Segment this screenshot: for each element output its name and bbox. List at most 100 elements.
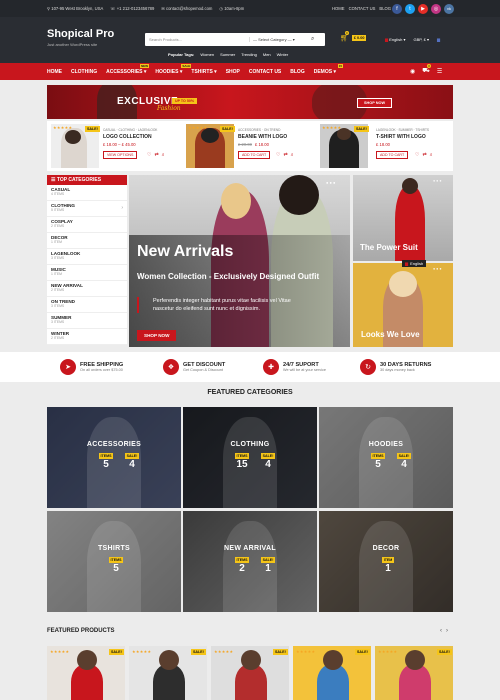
- featured-product-card[interactable]: ★★★★★ SALE!: [129, 646, 207, 700]
- flag-icon[interactable]: ▆: [437, 37, 440, 42]
- nav-demos[interactable]: DEMOS ▾ 15: [314, 63, 344, 75]
- nav-hoodies[interactable]: HOODIES ▾ SALE: [155, 63, 192, 75]
- items-count: 1: [385, 563, 391, 574]
- product-image: ★★★★★ SALE!: [51, 124, 100, 168]
- sidebar-item-decor[interactable]: DECOR 1 ITEM: [47, 233, 127, 249]
- top-link-contact[interactable]: CONTACT US: [349, 6, 376, 11]
- featured-product-card[interactable]: ★★★★★ SALE!: [375, 646, 453, 700]
- promo-banner[interactable]: EXCLUSIVE Fashion UP TO 50% SHOP NOW: [47, 85, 453, 119]
- quick-view-icon[interactable]: ⌕: [162, 152, 165, 158]
- instagram-icon[interactable]: ◎: [431, 3, 441, 14]
- product-card[interactable]: ★★★★★ SALE! CASUAL · CLOTHING · LAGENLOO…: [51, 124, 183, 168]
- promo-shop-button[interactable]: SHOP NOW: [357, 98, 393, 108]
- product-name[interactable]: T-SHIRT WITH LOGO: [376, 134, 426, 140]
- tag-trending[interactable]: Trending: [241, 52, 257, 57]
- product-category[interactable]: LAGENLOOK · SUMMER · TSHIRTS: [376, 128, 429, 132]
- nav-cart-icon[interactable]: ⛟ 0: [422, 64, 431, 75]
- view-options-button[interactable]: VIEW OPTIONS: [103, 151, 138, 159]
- promo-card-power-suit[interactable]: ● ● ● The Power Suit: [353, 175, 453, 261]
- user-icon[interactable]: ◉: [410, 68, 415, 75]
- vk-icon[interactable]: vk: [444, 3, 454, 14]
- product-card[interactable]: ★★★★★ SALE! ACCESSORIES · ON TREND BEANI…: [186, 124, 318, 168]
- category-card-clothing[interactable]: CLOTHING ITEMS 15 SALE! 4: [183, 407, 317, 508]
- featured-categories-title: FEATURED CATEGORIES: [207, 389, 293, 396]
- heart-icon[interactable]: ♡: [276, 152, 280, 158]
- nav-blog[interactable]: BLOG: [290, 69, 304, 75]
- sale-count: 4: [265, 459, 271, 470]
- nav-contact[interactable]: CONTACT US: [249, 69, 281, 75]
- header-cart[interactable]: 🛒︎ 0 £ 0.00: [340, 31, 367, 42]
- site-logo[interactable]: Shopical Pro: [47, 28, 114, 40]
- top-link-blog[interactable]: BLOG: [379, 6, 391, 11]
- product-name[interactable]: BEANIE WITH LOGO: [238, 134, 287, 140]
- product-price: £ 18.00: [254, 142, 269, 147]
- language-badge[interactable]: ▆ English: [402, 260, 427, 267]
- feature-free-shipping: ➤ FREE SHIPPING On all orders over $75.00: [60, 359, 123, 375]
- top-link-home[interactable]: HOME: [332, 6, 345, 11]
- sidebar-item-new-arrival[interactable]: NEW ARRIVAL 2 ITEMS: [47, 281, 127, 297]
- feature-returns: ↻ 30 DAYS RETURNS 30 days money back: [360, 359, 431, 375]
- featured-product-card[interactable]: ★★★★★ SALE!: [293, 646, 371, 700]
- category-select[interactable]: — Select Category — ▾: [249, 37, 311, 42]
- slider-dots[interactable]: ● ● ●: [326, 180, 335, 185]
- featured-product-card[interactable]: ★★★★★ SALE!: [47, 646, 125, 700]
- email-link[interactable]: ✉ contact@shopemod.com: [161, 6, 212, 11]
- tag-winter[interactable]: Winter: [277, 52, 289, 57]
- quick-view-icon[interactable]: ⌕: [430, 152, 433, 158]
- sidebar-item-casual[interactable]: CASUAL 4 ITEMS: [47, 185, 127, 201]
- heart-icon[interactable]: ♡: [147, 152, 151, 158]
- tag-men[interactable]: Men: [263, 52, 271, 57]
- tag-women[interactable]: Women: [200, 52, 214, 57]
- nav-clothing[interactable]: CLOTHING: [71, 69, 97, 75]
- address-text: ⚲ 107-95 West Brooklyn, USA: [47, 6, 104, 11]
- prev-arrow-icon[interactable]: ‹: [440, 628, 442, 634]
- category-card-hoodies[interactable]: HOODIES ITEMS 5 SALE! 4: [319, 407, 453, 508]
- compare-icon[interactable]: ⇄: [283, 152, 287, 158]
- language-select[interactable]: ▆ English ▾: [385, 37, 405, 42]
- product-card[interactable]: ★★★★★ SALE! LAGENLOOK · SUMMER · TSHIRTS…: [320, 124, 452, 168]
- category-card-tshirts[interactable]: TSHIRTS ITEMS 5: [47, 511, 181, 612]
- promo-card-looks[interactable]: ● ● ● Looks We Love: [353, 263, 453, 347]
- youtube-icon[interactable]: ▶: [418, 3, 428, 14]
- featured-product-card[interactable]: ★★★★★ SALE!: [211, 646, 289, 700]
- next-arrow-icon[interactable]: ›: [446, 628, 448, 634]
- product-category[interactable]: CASUAL · CLOTHING · LAGENLOOK: [103, 128, 157, 132]
- sidebar-item-summer[interactable]: SUMMER 3 ITEMS: [47, 313, 127, 329]
- main-nav: HOME CLOTHING ACCESSORIES ▾ NEW HOODIES ▾…: [0, 63, 500, 80]
- cart-icon: 🛒︎ 0: [340, 31, 349, 42]
- sidebar-item-music[interactable]: MUSIC 1 ITEM: [47, 265, 127, 281]
- slider-dots[interactable]: ● ● ●: [433, 267, 442, 271]
- product-name[interactable]: LOGO COLLECTION: [103, 134, 152, 140]
- sidebar-item-clothing[interactable]: CLOTHING 5 ITEMS ›: [47, 201, 127, 217]
- tag-summer[interactable]: Summer: [220, 52, 235, 57]
- featured-products-title: FEATURED PRODUCTS: [47, 628, 115, 634]
- hero-shop-button[interactable]: SHOP NOW: [137, 330, 177, 341]
- product-category[interactable]: ACCESSORIES · ON TREND: [238, 128, 280, 132]
- slider-dots[interactable]: ● ● ●: [433, 179, 442, 183]
- category-card-new-arrival[interactable]: NEW ARRIVAL ITEMS 2 SALE! 1: [183, 511, 317, 612]
- phone-text[interactable]: ☏ +1 212-0123456789: [110, 6, 154, 11]
- hero-slider[interactable]: New Arrivals Women Collection - Exclusiv…: [129, 175, 350, 347]
- add-to-cart-button[interactable]: ADD TO CART: [238, 151, 271, 159]
- nav-home[interactable]: HOME: [47, 69, 62, 75]
- currency-select[interactable]: GBP, £ ▾: [413, 37, 429, 42]
- heart-icon[interactable]: ♡: [415, 152, 419, 158]
- category-card-decor[interactable]: DECOR ITEM 1: [319, 511, 453, 612]
- sidebar-item-lagenlook[interactable]: LAGENLOOK 3 ITEMS: [47, 249, 127, 265]
- menu-icon[interactable]: ☰: [437, 68, 442, 75]
- compare-icon[interactable]: ⇄: [154, 152, 158, 158]
- sidebar-item-on-trend[interactable]: ON TREND 3 ITEMS: [47, 297, 127, 313]
- add-to-cart-button[interactable]: ADD TO CART: [376, 151, 409, 159]
- sidebar-item-winter[interactable]: WINTER 2 ITEMS: [47, 329, 127, 345]
- compare-icon[interactable]: ⇄: [422, 152, 426, 158]
- category-card-accessories[interactable]: ACCESSORIES ITEMS 5 SALE! 4: [47, 407, 181, 508]
- sidebar-item-cosplay[interactable]: COSPLAY 2 ITEMS: [47, 217, 127, 233]
- search-icon[interactable]: ⌕: [311, 36, 314, 43]
- nav-tshirts[interactable]: TSHIRTS ▾: [191, 69, 216, 75]
- search-input[interactable]: Search Products...: [149, 37, 249, 42]
- nav-accessories[interactable]: ACCESSORIES ▾ NEW: [106, 63, 150, 75]
- quick-view-icon[interactable]: ⌕: [291, 152, 294, 158]
- twitter-icon[interactable]: t: [405, 3, 415, 14]
- nav-shop[interactable]: SHOP: [226, 69, 240, 75]
- facebook-icon[interactable]: f: [392, 3, 402, 14]
